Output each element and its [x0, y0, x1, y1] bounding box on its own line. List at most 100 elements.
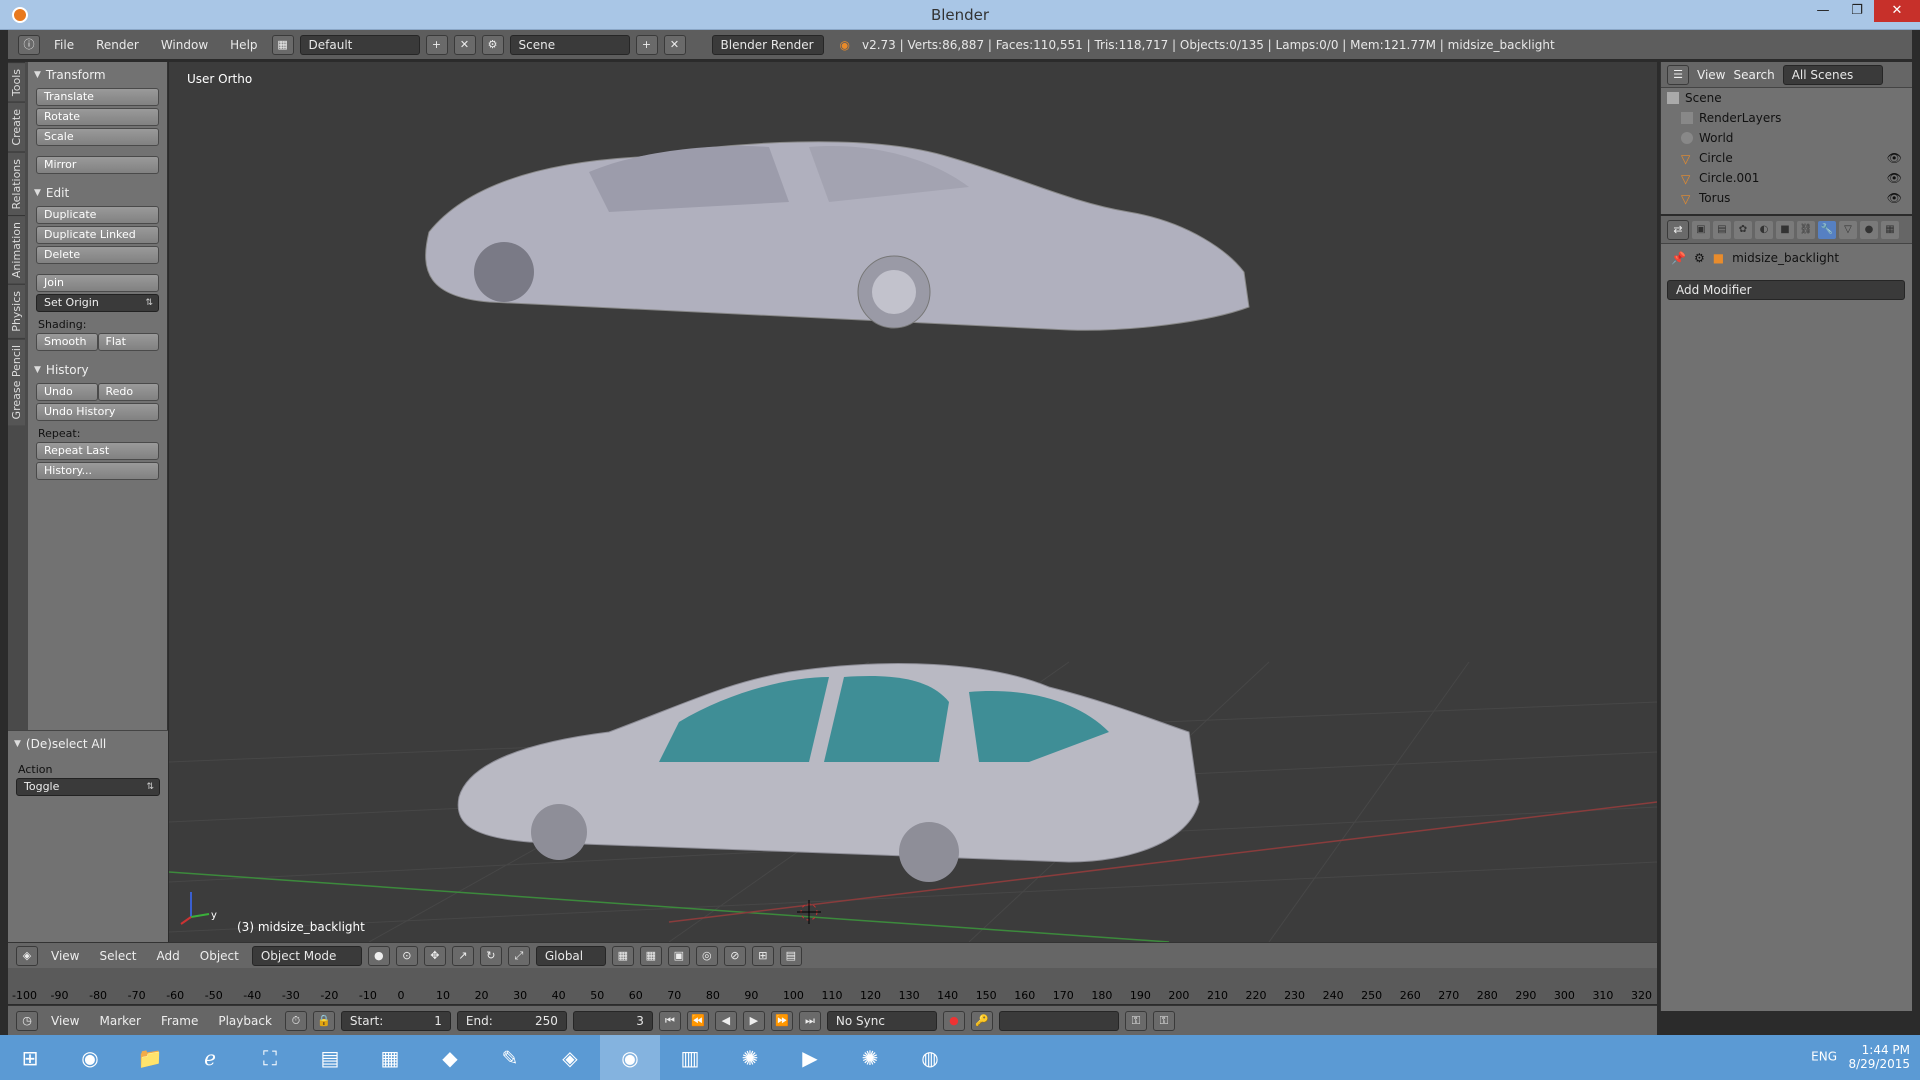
maximize-button[interactable]: ❐ [1840, 0, 1874, 22]
delete-button[interactable]: Delete [36, 246, 159, 264]
tab-physics[interactable]: Physics [8, 284, 25, 338]
3d-viewport[interactable]: User Ortho y (3) midsize_backlight [169, 62, 1657, 942]
scene-field[interactable]: Scene [509, 34, 630, 55]
scale-manipulator-icon[interactable]: ⤢ [507, 945, 530, 966]
car-model-lower[interactable] [457, 663, 1200, 882]
constraints-tab-icon[interactable]: ⛓ [1797, 220, 1815, 239]
outliner-row[interactable]: Scene [1661, 88, 1912, 108]
remove-scene-icon[interactable]: ✕ [663, 34, 686, 55]
tab-create[interactable]: Create [8, 102, 25, 152]
flat-button[interactable]: Flat [97, 333, 159, 351]
pin-icon[interactable]: 📌 [1671, 251, 1686, 265]
start-frame-field[interactable]: Start: 1 [340, 1010, 451, 1031]
visibility-eye-icon[interactable]: 👁 [1887, 151, 1902, 165]
app-icon[interactable]: ◆ [420, 1035, 480, 1080]
remove-screen-icon[interactable]: ✕ [453, 34, 476, 55]
visibility-eye-icon[interactable]: 👁 [1887, 191, 1902, 205]
tab-tools[interactable]: Tools [8, 62, 25, 103]
edit-panel-header[interactable]: ▼ Edit [28, 180, 167, 206]
app-icon[interactable]: ✺ [720, 1035, 780, 1080]
transform-panel-header[interactable]: ▼ Transform [28, 62, 167, 88]
object-tab-icon[interactable]: ■ [1776, 220, 1794, 239]
render-layers-tab-icon[interactable]: ▤ [1713, 220, 1731, 239]
app-icon[interactable]: ✎ [480, 1035, 540, 1080]
repeat-last-button[interactable]: Repeat Last [36, 442, 159, 460]
close-button[interactable]: ✕ [1874, 0, 1920, 22]
editor-type-3d-icon[interactable]: ◈ [16, 945, 38, 966]
menu-timeline-view[interactable]: View [44, 1014, 86, 1028]
timeline-area[interactable] [8, 968, 1657, 988]
outliner-row[interactable]: RenderLayers [1661, 108, 1912, 128]
language-indicator[interactable]: ENG [1811, 1050, 1837, 1064]
end-frame-field[interactable]: End: 250 [456, 1010, 567, 1031]
lock-icon[interactable]: 🔒 [312, 1010, 335, 1031]
transform-orientation-select[interactable]: Global [535, 945, 606, 966]
keying-set-field[interactable] [998, 1010, 1119, 1031]
snap-icon[interactable]: ⊘ [723, 945, 746, 966]
translate-manipulator-icon[interactable]: ↗ [451, 945, 474, 966]
app-icon[interactable]: ◈ [540, 1035, 600, 1080]
screen-layout-field[interactable]: Default [299, 34, 420, 55]
undo-history-button[interactable]: Undo History [36, 403, 159, 421]
play-reverse-icon[interactable]: ◀ [714, 1010, 737, 1031]
jump-start-icon[interactable]: ⏮ [658, 1010, 681, 1031]
menu-frame[interactable]: Frame [154, 1014, 205, 1028]
data-tab-icon[interactable]: ▽ [1839, 220, 1857, 239]
jump-end-icon[interactable]: ⏭ [798, 1010, 821, 1031]
rotate-button[interactable]: Rotate [36, 108, 159, 126]
app-icon[interactable]: ✺ [840, 1035, 900, 1080]
outliner-display-mode[interactable]: All Scenes [1782, 64, 1883, 85]
mirror-button[interactable]: Mirror [36, 156, 159, 174]
render-tab-icon[interactable]: ▣ [1692, 220, 1710, 239]
current-frame-field[interactable]: 3 [572, 1010, 653, 1031]
menu-select[interactable]: Select [92, 949, 143, 963]
render-icon[interactable]: ▤ [779, 945, 802, 966]
duplicate-button[interactable]: Duplicate [36, 206, 159, 224]
store-icon[interactable]: ⛶ [240, 1035, 300, 1080]
set-origin-dropdown[interactable]: Set Origin [36, 294, 159, 312]
action-dropdown[interactable]: Toggle [16, 778, 160, 796]
app-icon[interactable]: ▥ [660, 1035, 720, 1080]
lock-layers-icon[interactable]: ▣ [667, 945, 690, 966]
internet-explorer-icon[interactable]: ℯ [180, 1035, 240, 1080]
menu-playback[interactable]: Playback [211, 1014, 279, 1028]
next-keyframe-icon[interactable]: ⏩ [770, 1010, 793, 1031]
scale-button[interactable]: Scale [36, 128, 159, 146]
deselect-all-panel-header[interactable]: ▼ (De)select All [8, 731, 168, 757]
add-screen-icon[interactable]: + [425, 34, 448, 55]
record-icon[interactable]: ● [942, 1010, 965, 1031]
info-editor-type-icon[interactable]: ⓘ [18, 34, 40, 55]
outliner-row[interactable]: World [1661, 128, 1912, 148]
menu-object[interactable]: Object [193, 949, 246, 963]
visibility-eye-icon[interactable]: 👁 [1887, 171, 1902, 185]
menu-file[interactable]: File [46, 38, 82, 52]
preview-range-icon[interactable]: ⏱ [284, 1010, 307, 1031]
menu-marker[interactable]: Marker [92, 1014, 147, 1028]
outliner-row[interactable]: ▽ Circle 👁 [1661, 148, 1912, 168]
outliner-menu-search[interactable]: Search [1733, 68, 1774, 82]
tab-animation[interactable]: Animation [8, 215, 25, 285]
media-player-icon[interactable]: ▶ [780, 1035, 840, 1080]
menu-render[interactable]: Render [88, 38, 147, 52]
insert-keyframe-icon[interactable]: ⚿ [1124, 1010, 1147, 1031]
proportional-edit-icon[interactable]: ◎ [695, 945, 718, 966]
layers-grid-icon-2[interactable]: ▦ [639, 945, 662, 966]
tab-relations[interactable]: Relations [8, 151, 25, 216]
prev-keyframe-icon[interactable]: ⏪ [686, 1010, 709, 1031]
material-tab-icon[interactable]: ● [1860, 220, 1878, 239]
screen-layout-icon[interactable]: ▦ [271, 34, 294, 55]
modifiers-tab-icon[interactable]: 🔧 [1818, 220, 1836, 239]
sync-mode-select[interactable]: No Sync [826, 1010, 937, 1031]
play-icon[interactable]: ▶ [742, 1010, 765, 1031]
undo-button[interactable]: Undo [36, 383, 98, 401]
menu-help[interactable]: Help [222, 38, 265, 52]
manipulator-toggle-icon[interactable]: ✥ [423, 945, 446, 966]
clock[interactable]: 1:44 PM 8/29/2015 [1848, 1043, 1910, 1071]
app-icon[interactable]: ▤ [300, 1035, 360, 1080]
outliner-row[interactable]: ▽ Torus 👁 [1661, 188, 1912, 208]
viewport-shading-icon[interactable]: ● [367, 945, 390, 966]
history-button[interactable]: History... [36, 462, 159, 480]
keying-set-icon[interactable]: 🔑 [970, 1010, 993, 1031]
editor-type-timeline-icon[interactable]: ◷ [16, 1010, 38, 1031]
render-engine-select[interactable]: Blender Render [711, 34, 824, 55]
